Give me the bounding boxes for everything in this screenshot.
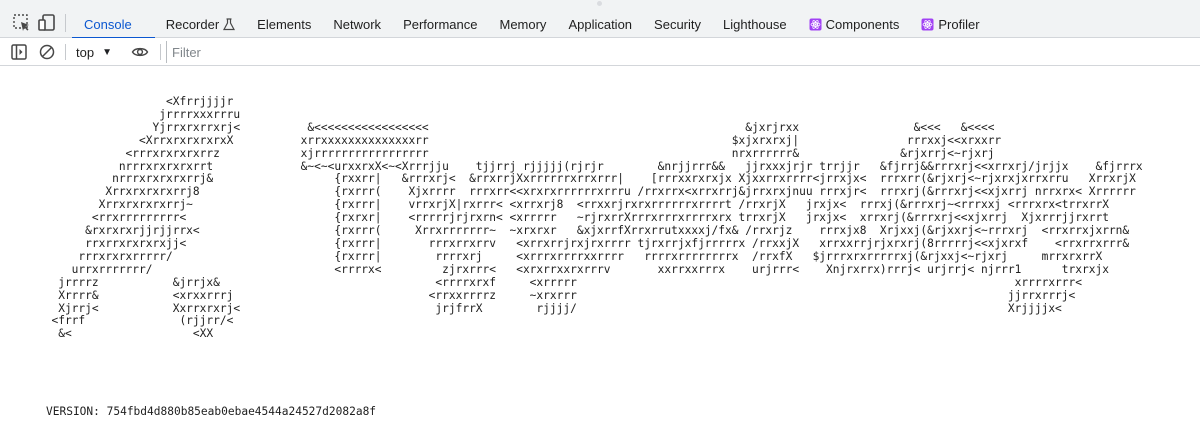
tab-label: Performance [403, 16, 478, 32]
tab-label: Profiler [938, 16, 980, 32]
toolbar-separator [65, 14, 66, 32]
device-toolbar-icon[interactable] [37, 13, 57, 33]
tab-lighthouse[interactable]: Lighthouse [712, 0, 798, 38]
tab-components[interactable]: Components [798, 0, 911, 38]
tab-label: Network [333, 16, 382, 32]
tab-label: Recorder [165, 16, 220, 32]
tab-performance[interactable]: Performance [392, 0, 488, 38]
react-icon [921, 18, 934, 31]
tab-profiler[interactable]: Profiler [910, 0, 990, 38]
filter-input[interactable] [166, 41, 1200, 63]
tab-label: Memory [499, 16, 547, 32]
tab-elements[interactable]: Elements [246, 0, 322, 38]
flask-icon [223, 17, 236, 31]
tab-console[interactable]: Console [72, 0, 155, 39]
tab-label: Console [84, 16, 132, 32]
tab-label: Application [568, 16, 633, 32]
tab-memory[interactable]: Memory [488, 0, 557, 38]
inspect-element-icon[interactable] [12, 13, 32, 33]
tab-label: Security [654, 16, 702, 32]
execution-context-select[interactable]: top ▼ [76, 43, 112, 61]
react-icon [809, 18, 822, 31]
context-value: top [76, 44, 95, 60]
tab-application[interactable]: Application [557, 0, 643, 38]
tab-label: Components [825, 16, 900, 32]
tab-security[interactable]: Security [643, 0, 712, 38]
console-version-log: VERSION: 754fbd4d880b85eab0ebae4544a2452… [46, 405, 377, 418]
tab-network[interactable]: Network [322, 0, 392, 38]
tab-label: Lighthouse [723, 16, 787, 32]
chevron-down-icon: ▼ [102, 46, 112, 58]
toolbar-separator [160, 44, 161, 60]
devtools-tab-bar: Console Recorder Elements Network Perfor… [0, 0, 1200, 39]
devtools-panel: Console Recorder Elements Network Perfor… [0, 0, 1200, 442]
tab-label: Elements [257, 16, 312, 32]
toolbar-separator [65, 44, 66, 60]
tab-recorder[interactable]: Recorder [155, 0, 246, 38]
console-ascii-art-log: <Xfrrjjjjr jrrrrxxxrrru Yjrrxrxrrxrj< &<… [51, 95, 1143, 341]
clear-console-icon[interactable] [38, 43, 56, 61]
console-output: <Xfrrjjjjr jrrrrxxxrrru Yjrrxrxrrxrj< &<… [0, 66, 1200, 442]
panel-tabs: Console Recorder Elements Network Perfor… [72, 0, 991, 39]
sidebar-toggle-icon[interactable] [10, 43, 28, 61]
eye-icon[interactable] [131, 43, 149, 61]
